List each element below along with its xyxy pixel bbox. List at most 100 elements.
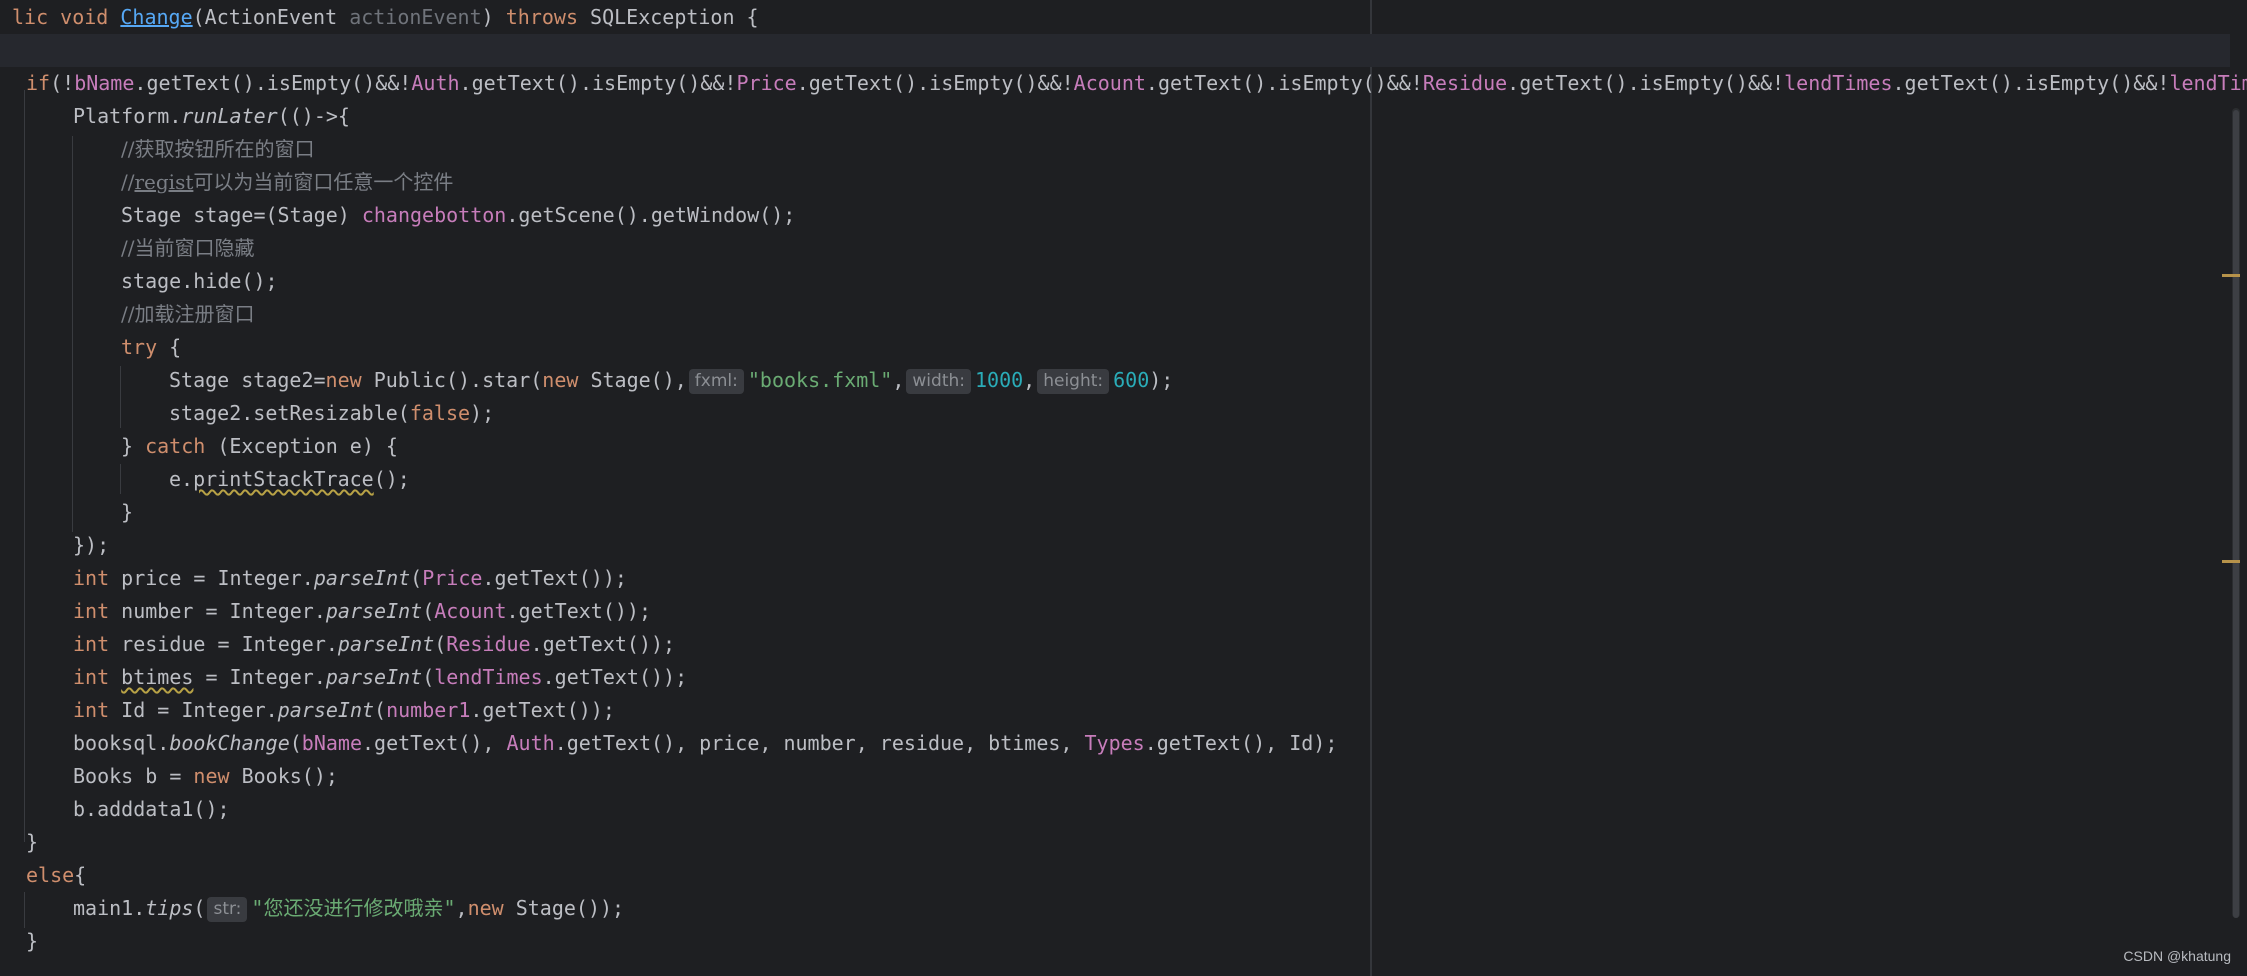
token-keyword: false xyxy=(409,401,471,425)
token-keyword: new xyxy=(467,896,504,920)
watermark: CSDN @khatung xyxy=(2123,948,2231,964)
token-text: (); xyxy=(373,467,410,491)
token-warning-method[interactable]: printStackTrace xyxy=(193,467,374,491)
token-field: number1 xyxy=(386,698,471,722)
token-text: { xyxy=(157,335,182,359)
code-line-books[interactable]: Books b = new Books(); xyxy=(0,760,2230,793)
code-line-stage[interactable]: Stage stage=(Stage) changebotton.getScen… xyxy=(0,199,2230,232)
token-text: .getText().isEmpty()&&! xyxy=(134,71,412,95)
token-text: , xyxy=(1023,368,1036,392)
token-keyword: void xyxy=(60,5,109,29)
token-string: "您还没进行修改哦亲" xyxy=(251,896,456,920)
token-text: .getText(), xyxy=(362,731,507,755)
code-line-int-number[interactable]: int number = Integer.parseInt(Acount.get… xyxy=(0,595,2230,628)
token-keyword: int xyxy=(73,698,110,722)
token-field: Acount xyxy=(1073,71,1146,95)
token-text: } xyxy=(121,434,146,458)
code-line-try[interactable]: try { xyxy=(0,331,2230,364)
parameter-hint: width: xyxy=(906,369,971,394)
code-line-comment[interactable]: //加载注册窗口 xyxy=(0,298,2230,331)
token-keyword: int xyxy=(73,566,110,590)
token-text: Public().star( xyxy=(361,368,543,392)
token-number: 1000 xyxy=(975,368,1024,392)
token-comment-word: regist xyxy=(134,170,194,194)
scrollbar-thumb[interactable] xyxy=(2233,110,2239,918)
token-text: e. xyxy=(169,467,194,491)
code-line-current[interactable] xyxy=(0,34,2230,67)
code-line-resizable[interactable]: stage2.setResizable(false); xyxy=(0,397,2230,430)
token-keyword: if xyxy=(26,71,51,95)
method-declaration[interactable]: Change xyxy=(120,5,192,29)
token-text: Platform. xyxy=(73,104,182,128)
warning-marker[interactable] xyxy=(2222,274,2240,277)
code-line-print[interactable]: e.printStackTrace(); xyxy=(0,463,2230,496)
token-text: Stage stage=(Stage) xyxy=(121,203,362,227)
token-comment: //获取按钮所在的窗口 xyxy=(121,137,315,161)
code-line-comment[interactable]: //当前窗口隐藏 xyxy=(0,232,2230,265)
code-line-tips[interactable]: main1.tips(str: "您还没进行修改哦亲",new Stage()); xyxy=(0,892,2230,925)
token-string: "books.fxml" xyxy=(747,368,893,392)
code-line-brace[interactable]: } xyxy=(0,925,2230,958)
token-text: (Exception e) { xyxy=(205,434,398,458)
token-text: Books(); xyxy=(229,764,338,788)
parameter-hint: fxml: xyxy=(688,369,744,394)
code-line-adddata[interactable]: b.adddata1(); xyxy=(0,793,2230,826)
parameter-hint: height: xyxy=(1037,369,1110,394)
token-comment: //加载注册窗口 xyxy=(121,302,255,326)
token-keyword: new xyxy=(325,368,362,392)
code-line-brace[interactable]: } xyxy=(0,496,2230,529)
token-text: } xyxy=(26,929,39,953)
token-static-method: bookChange xyxy=(169,731,290,755)
token-keyword: new xyxy=(193,764,230,788)
token-text: .getText()); xyxy=(482,566,627,590)
token-field: lendTimes xyxy=(434,665,543,689)
token-warning-variable[interactable]: btimes xyxy=(121,665,193,689)
token-text: stage2.setResizable( xyxy=(169,401,410,425)
token-text: Books b = xyxy=(73,764,194,788)
code-line-int-id[interactable]: int Id = Integer.parseInt(number1.getTex… xyxy=(0,694,2230,727)
code-line-star[interactable]: Stage stage2=new Public().star(new Stage… xyxy=(0,364,2230,397)
code-line-brace[interactable]: } xyxy=(0,826,2230,859)
token-field: bName xyxy=(74,71,135,95)
code-line-int-price[interactable]: int price = Integer.parseInt(Price.getTe… xyxy=(0,562,2230,595)
token-field: Price xyxy=(736,71,797,95)
token-text: ); xyxy=(470,401,495,425)
token-field: Auth xyxy=(506,731,555,755)
token-field: Residue xyxy=(446,632,531,656)
code-editor[interactable]: lic void Change(ActionEvent actionEvent)… xyxy=(0,0,2247,976)
code-line-hide[interactable]: stage.hide(); xyxy=(0,265,2230,298)
code-line-comment[interactable]: //regist可以为当前窗口任意一个控件 xyxy=(0,166,2230,199)
token-text: ( xyxy=(289,731,302,755)
token-number: 600 xyxy=(1113,368,1150,392)
code-line-catch[interactable]: } catch (Exception e) { xyxy=(0,430,2230,463)
token-static-method: parseInt xyxy=(325,665,423,689)
code-line-close-lambda[interactable]: }); xyxy=(0,529,2230,562)
token-text: .getText()); xyxy=(530,632,676,656)
token-text: ( xyxy=(434,632,447,656)
token-text: residue = Integer. xyxy=(109,632,338,656)
token-text: Stage()); xyxy=(503,896,625,920)
token-text: Stage(), xyxy=(578,368,687,392)
token-text: ); xyxy=(1149,368,1174,392)
code-line-comment[interactable]: //获取按钮所在的窗口 xyxy=(0,133,2230,166)
token-text: ( xyxy=(374,698,387,722)
code-line-if[interactable]: if(!bName.getText().isEmpty()&&!Auth.get… xyxy=(0,67,2247,100)
token-keyword: throws xyxy=(505,5,578,29)
code-line-signature[interactable]: lic void Change(ActionEvent actionEvent)… xyxy=(0,1,2230,34)
token-text: Id = Integer. xyxy=(109,698,278,722)
code-line-else[interactable]: else{ xyxy=(0,859,2230,892)
code-line-int-residue[interactable]: int residue = Integer.parseInt(Residue.g… xyxy=(0,628,2230,661)
code-line-int-btimes[interactable]: int btimes = Integer.parseInt(lendTimes.… xyxy=(0,661,2230,694)
parameter-hint: str: xyxy=(207,897,248,922)
token-text: = Integer. xyxy=(193,665,326,689)
token-keyword: lic xyxy=(12,5,49,29)
token-static-method: parseInt xyxy=(313,566,411,590)
token-text: , xyxy=(455,896,468,920)
token-text: } xyxy=(26,830,39,854)
token-field: Auth xyxy=(411,71,460,95)
code-line-booksql[interactable]: booksql.bookChange(bName.getText(), Auth… xyxy=(0,727,2230,760)
warning-marker[interactable] xyxy=(2222,560,2240,563)
token-static-method: parseInt xyxy=(325,599,423,623)
token-text: .getScene().getWindow(); xyxy=(506,203,796,227)
code-line-runlater[interactable]: Platform.runLater(()->{ xyxy=(0,100,2230,133)
